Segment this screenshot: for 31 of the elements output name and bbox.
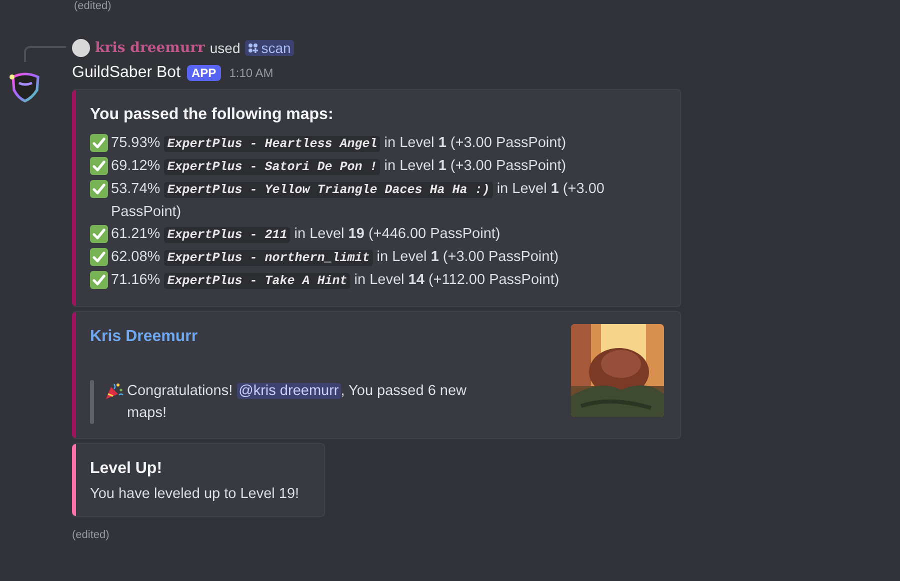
timestamp: 1:10 AM (229, 66, 274, 80)
reply-connector-line (24, 46, 66, 62)
map-result-text: 53.74% ExpertPlus - Yellow Triangle Daces Ha Ha :) in Level 1 (+3.00 PassPoint) (111, 180, 606, 222)
bot-name[interactable]: GuildSaber Bot (72, 64, 181, 82)
command-icon (248, 43, 258, 53)
embed-description: You have leveled up to Level 19! (90, 486, 300, 502)
checkmark-icon (90, 134, 108, 152)
edited-note: (edited) (74, 0, 112, 13)
used-label: used (210, 40, 240, 56)
embed-title: You passed the following maps: (90, 106, 334, 124)
map-result-text: 69.12% ExpertPlus - Satori De Pon ! in Level 1 (+3.00 PassPoint) (111, 157, 566, 177)
checkmark-icon (90, 157, 108, 175)
checkmark-icon (90, 225, 108, 243)
map-result-text: 71.16% ExpertPlus - Take A Hint in Level 14 (+112.00 PassPoint) (111, 271, 560, 291)
checkmark-icon (90, 248, 108, 266)
embed-author[interactable]: Kris Dreemurr (90, 328, 510, 346)
party-popper-icon (104, 381, 124, 401)
user-mention[interactable]: @kris dreemurr (236, 383, 341, 399)
map-result-text: 62.08% ExpertPlus - northern_limit in Level 1 (+3.00 PassPoint) (111, 248, 559, 268)
app-badge: APP (186, 65, 222, 81)
checkmark-icon (90, 271, 108, 289)
map-result-text: 75.93% ExpertPlus - Heartless Angel in Level 1 (+3.00 PassPoint) (111, 134, 566, 154)
command-link[interactable]: scan (245, 40, 294, 56)
checkmark-icon (90, 180, 108, 198)
username[interactable]: kris dreemurr (95, 40, 205, 56)
embed-title: Level Up! (90, 460, 164, 478)
congratulations-text: Congratulations! @kris dreemurr, You passed 6 new maps! (127, 382, 468, 423)
edited-note: (edited) (72, 529, 110, 541)
shield-avatar-icon[interactable] (8, 70, 42, 104)
user-avatar[interactable] (72, 39, 90, 57)
map-result-text: 61.21% ExpertPlus - 211 in Level 19 (+446.00 PassPoint) (111, 225, 500, 245)
